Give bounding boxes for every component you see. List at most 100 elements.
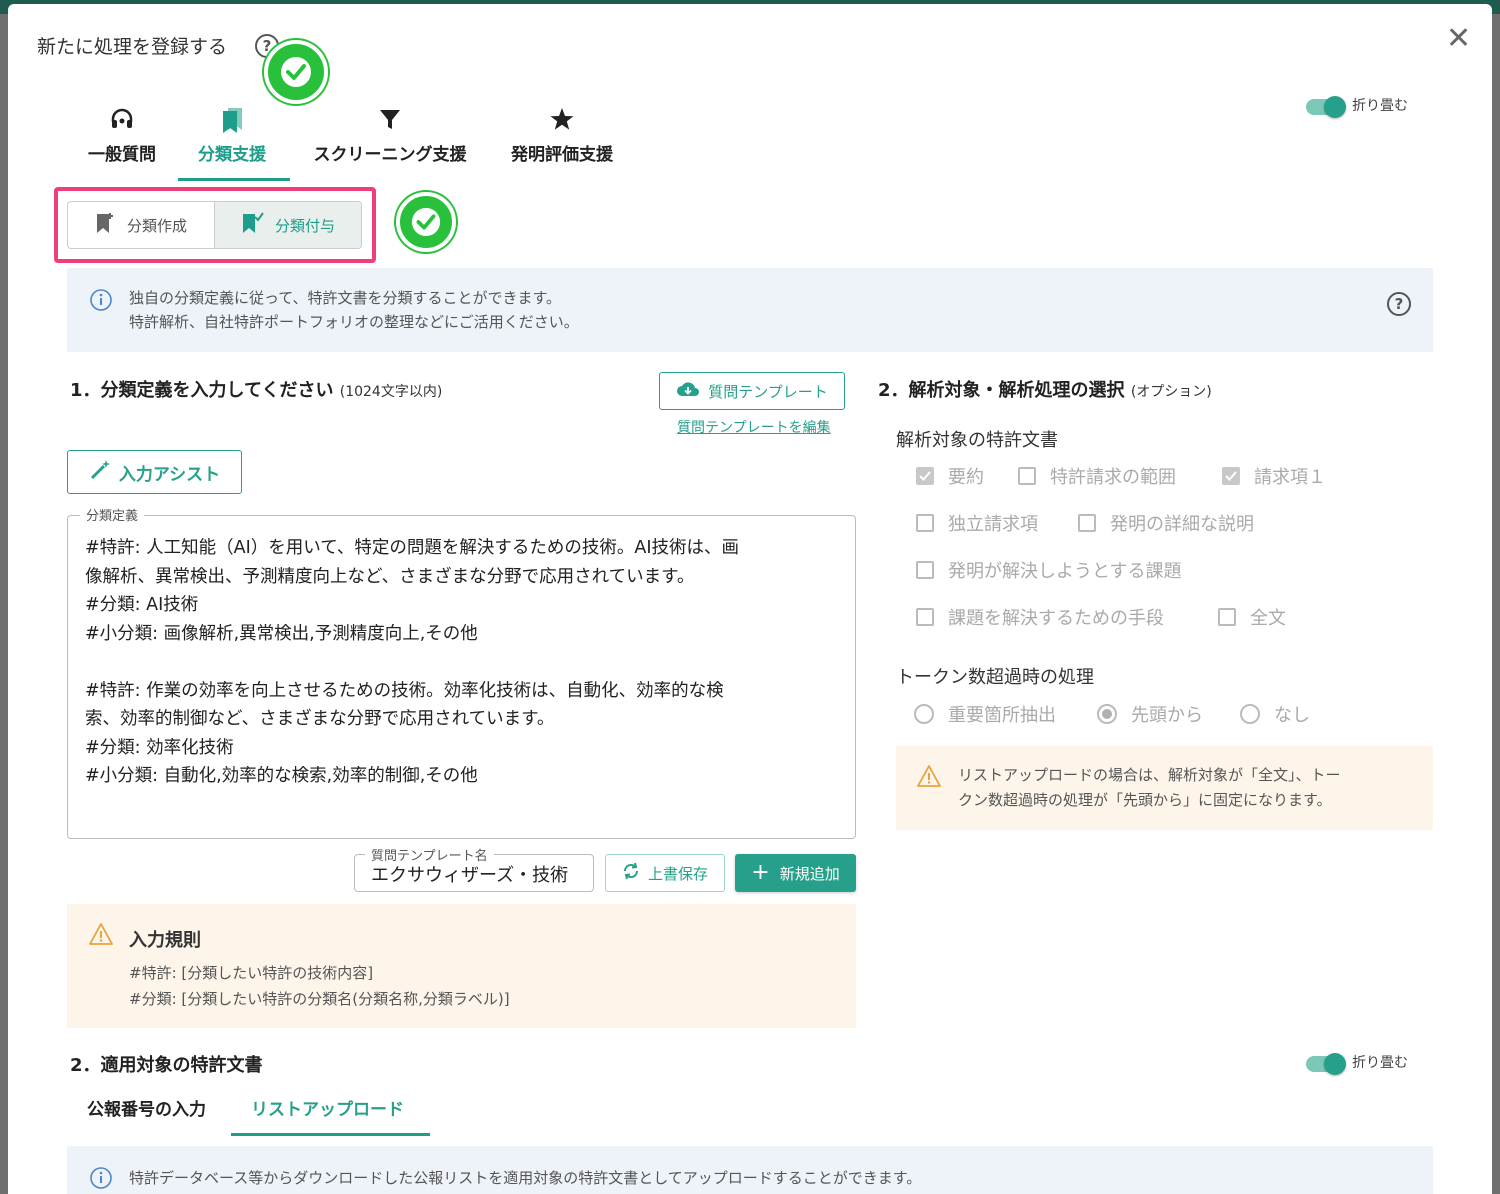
tab-classification-support[interactable]: 分類支援 [194, 106, 270, 165]
rule-line: #分類: [分類したい特許の分類名(分類名称,分類ラベル)] [129, 990, 510, 1008]
button-label: 新規追加 [779, 864, 840, 883]
active-tab-indicator [178, 178, 290, 181]
collapse-toggle[interactable] [1306, 96, 1346, 118]
tab-screening-support[interactable]: スクリーニング支援 [308, 106, 472, 165]
button-label: 入力アシスト [118, 464, 221, 485]
option-label: 全文 [1250, 608, 1286, 629]
info-box: 独自の分類定義に従って、特許文書を分類することができます。 特許解析、自社特許ポ… [67, 268, 1433, 352]
template-name-value[interactable]: エクサウィザーズ・技術 [371, 861, 581, 887]
classification-definition-field[interactable]: 分類定義 #特許: 人工知能（AI）を用いて、特定の問題を解決するための技術。A… [67, 505, 856, 839]
info-line: 独自の分類定義に従って、特許文書を分類することができます。 [129, 289, 562, 307]
bookmark-check-icon [241, 211, 265, 239]
field-value[interactable]: #特許: 人工知能（AI）を用いて、特定の問題を解決するための技術。AI技術は、… [85, 534, 845, 791]
checkbox-icon [916, 514, 934, 532]
checkbox-full-text[interactable]: 全文 [1218, 604, 1286, 630]
checkbox-solution[interactable]: 課題を解決するための手段 [916, 604, 1164, 630]
star-icon [508, 106, 616, 136]
checkbox-detailed-description[interactable]: 発明の詳細な説明 [1078, 510, 1254, 536]
collapse-toggle[interactable] [1306, 1053, 1346, 1075]
checkbox-icon [1078, 514, 1096, 532]
radio-important-extract[interactable]: 重要箇所抽出 [914, 701, 1056, 727]
checkbox-claim1[interactable]: 請求項１ [1222, 463, 1326, 489]
tab-label: 分類支援 [198, 145, 266, 165]
help-icon[interactable]: ? [1387, 292, 1411, 316]
token-title: トークン数超過時の処理 [896, 667, 1094, 688]
list-upload-warning: リストアップロードの場合は、解析対象が「全文」、トー クン数超過時の処理が「先頭… [896, 746, 1433, 830]
tab-publication-number[interactable]: 公報番号の入力 [87, 1095, 206, 1120]
checkbox-checked-icon [1222, 467, 1240, 485]
radio-icon [914, 704, 934, 724]
tab-list-upload[interactable]: リストアップロード [251, 1095, 404, 1120]
subtab-label: 分類作成 [126, 216, 187, 235]
info-line: 特許解析、自社特許ポートフォリオの整理などにご活用ください。 [129, 313, 579, 331]
section3-title: 2．適用対象の特許文書 [70, 1055, 263, 1076]
section1-title-text: 1．分類定義を入力してください [70, 380, 334, 401]
overwrite-save-button[interactable]: 上書保存 [605, 854, 725, 892]
check-badge-icon [264, 40, 328, 104]
warning-icon [916, 764, 942, 792]
checkbox-checked-icon [916, 467, 934, 485]
button-label: 上書保存 [647, 864, 708, 883]
option-label: 発明が解決しようとする課題 [948, 561, 1182, 582]
add-new-button[interactable]: + 新規追加 [735, 854, 856, 892]
checkbox-problem[interactable]: 発明が解決しようとする課題 [916, 557, 1181, 583]
dialog-title: 新たに処理を登録する [37, 36, 228, 58]
input-assist-button[interactable]: 入力アシスト [67, 450, 242, 494]
info-icon [89, 288, 113, 316]
rule-line: #特許: [分類したい特許の技術内容] [129, 964, 374, 982]
targets-title: 解析対象の特許文書 [896, 430, 1058, 451]
option-label: 課題を解決するための手段 [948, 608, 1164, 629]
checkbox-independent-claims[interactable]: 独立請求項 [916, 510, 1038, 536]
option-label: 特許請求の範囲 [1050, 467, 1176, 488]
radio-icon [1240, 704, 1260, 724]
tab-label: 一般質問 [88, 145, 156, 165]
template-name-field[interactable]: 質問テンプレート名 エクサウィザーズ・技術 [354, 845, 594, 892]
filter-icon [308, 106, 472, 136]
subtab-segment: 分類作成 分類付与 [67, 201, 362, 249]
checkbox-icon [916, 561, 934, 579]
checkbox-summary[interactable]: 要約 [916, 463, 984, 489]
section2-title-text: 2．解析対象・解析処理の選択 [878, 380, 1125, 401]
close-icon[interactable]: ✕ [1446, 24, 1471, 54]
option-label: 発明の詳細な説明 [1110, 514, 1254, 535]
option-label: 先頭から [1131, 705, 1203, 726]
option-label: 請求項１ [1254, 467, 1326, 488]
sync-icon [622, 862, 640, 884]
radio-from-start[interactable]: 先頭から [1097, 701, 1203, 727]
warning-line: クン数超過時の処理が「先頭から」に固定になります。 [958, 791, 1332, 809]
register-process-dialog: 新たに処理を登録する ? ✕ 折り畳む 一般質問 分類支援 スクリーニング支援 … [8, 4, 1492, 1194]
collapse-label: 折り畳む [1352, 98, 1408, 114]
question-template-button[interactable]: 質問テンプレート [659, 372, 845, 410]
subtab-assign-classification[interactable]: 分類付与 [214, 202, 361, 248]
magic-wand-icon [89, 459, 111, 485]
headset-icon [84, 106, 160, 136]
checkbox-icon [1018, 467, 1036, 485]
button-label: 質問テンプレート [708, 382, 828, 401]
section2-title: 2．解析対象・解析処理の選択 (オプション) [878, 376, 1212, 402]
tab-invention-evaluation[interactable]: 発明評価支援 [508, 106, 616, 165]
input-rules-box: 入力規則 #特許: [分類したい特許の技術内容] #分類: [分類したい特許の分… [67, 904, 856, 1028]
rules-title: 入力規則 [129, 930, 201, 951]
radio-none[interactable]: なし [1240, 701, 1310, 727]
radio-selected-icon [1097, 704, 1117, 724]
upload-info-box: 特許データベース等からダウンロードした公報リストを適用対象の特許文書としてアップ… [67, 1146, 1433, 1194]
cloud-download-icon [676, 380, 700, 402]
subtab-create-classification[interactable]: 分類作成 [68, 202, 214, 248]
active-tab-indicator [231, 1133, 430, 1136]
section1-title: 1．分類定義を入力してください (1024文字以内) [70, 376, 442, 402]
subtab-label: 分類付与 [274, 216, 335, 235]
plus-icon: + [751, 860, 770, 885]
edit-template-link[interactable]: 質問テンプレートを編集 [677, 417, 831, 437]
option-label: 要約 [948, 467, 984, 488]
tab-general-question[interactable]: 一般質問 [84, 106, 160, 165]
option-label: なし [1274, 705, 1310, 726]
warning-icon [88, 922, 114, 950]
checkbox-claims[interactable]: 特許請求の範囲 [1018, 463, 1176, 489]
checkbox-icon [916, 608, 934, 626]
field-legend: 分類定義 [80, 505, 145, 524]
tab-label: スクリーニング支援 [313, 145, 467, 165]
bookmark-icon [194, 106, 270, 136]
bookmark-plus-icon [95, 211, 117, 239]
section1-hint: (1024文字以内) [339, 384, 443, 400]
option-label: 独立請求項 [948, 514, 1038, 535]
